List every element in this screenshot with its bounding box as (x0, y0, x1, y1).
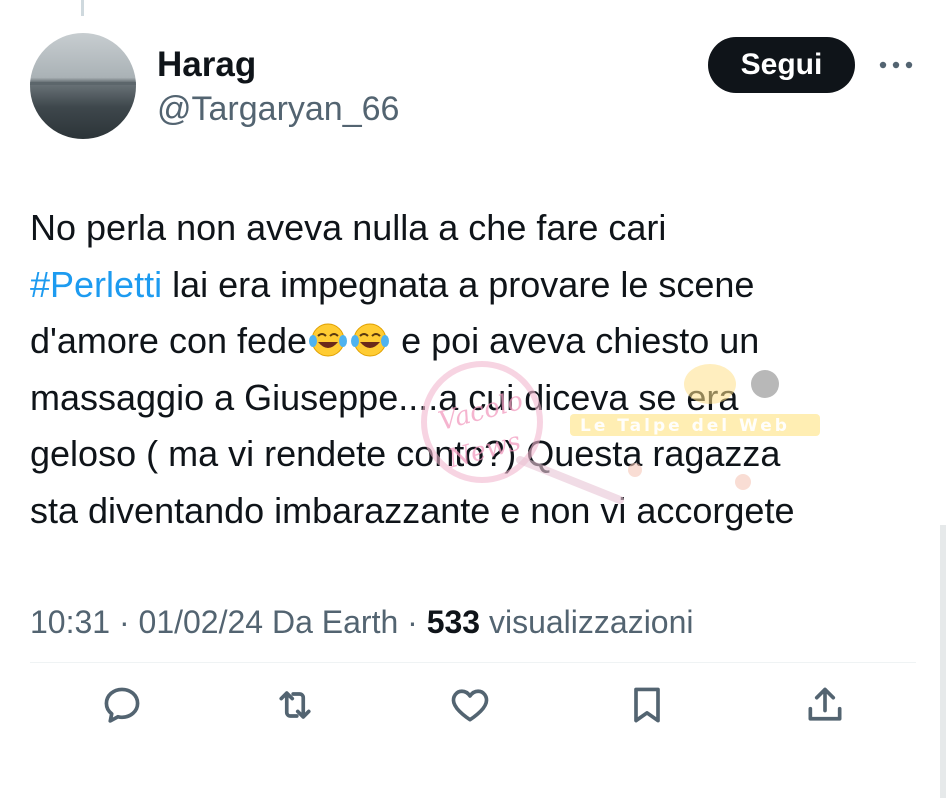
tweet-line: sta diventando imbarazzante e non vi acc… (30, 489, 795, 531)
retweet-button[interactable] (270, 680, 320, 730)
follow-button[interactable]: Segui (708, 37, 855, 93)
tweet-text: No perla non aveva nulla a che fare cari… (30, 200, 935, 539)
bookmark-button[interactable] (622, 680, 672, 730)
meta-separator: · (407, 604, 418, 640)
tweet-line: massaggio a Giuseppe....a cui diceva se … (30, 376, 739, 418)
more-options-button[interactable] (876, 50, 916, 80)
meta-separator: · (118, 604, 130, 640)
views-count: 533 (426, 604, 481, 640)
avatar[interactable] (30, 33, 136, 139)
avatar-horizon (30, 82, 136, 85)
tweet-line: d'amore con fede e poi aveva chiesto un (30, 313, 935, 370)
hashtag-link[interactable]: #Perletti (30, 264, 162, 305)
tweet-time[interactable]: 10:31 (30, 604, 110, 640)
share-button[interactable] (800, 680, 850, 730)
tweet-metadata: 10:31 · 01/02/24 Da Earth · 533 visualiz… (30, 597, 694, 647)
tweet-line: #Perletti lai era impegnata a provare le… (30, 257, 935, 314)
bookmark-icon (634, 687, 660, 723)
tweet-line: No perla non aveva nulla a che fare cari (30, 207, 667, 248)
face-with-tears-of-joy-emoji (351, 323, 390, 357)
reply-button[interactable] (97, 680, 147, 730)
share-icon (808, 687, 842, 721)
like-button[interactable] (445, 680, 495, 730)
more-horizontal-icon (879, 61, 913, 69)
tweet-line-text: lai era impegnata a provare le scene (162, 263, 755, 305)
tweet-line: geloso ( ma vi rendete conto?) Questa ra… (30, 433, 781, 474)
retweet-icon (279, 691, 311, 719)
heart-icon (451, 689, 489, 722)
tweet-source: Da Earth (271, 604, 399, 640)
divider (30, 662, 916, 663)
scrollbar[interactable] (940, 525, 946, 798)
reply-icon (104, 687, 140, 723)
tweet-line-text: d'amore con fede (30, 320, 308, 361)
thread-connector-line (81, 0, 84, 16)
face-with-tears-of-joy-emoji (309, 323, 348, 357)
tweet-line-text: e poi aveva chiesto un (391, 320, 760, 361)
views-label: visualizzazioni (488, 604, 694, 640)
tweet-date[interactable]: 01/02/24 (139, 604, 264, 640)
author-handle[interactable]: @Targaryan_66 (157, 86, 399, 132)
author-name[interactable]: Harag (157, 42, 256, 88)
